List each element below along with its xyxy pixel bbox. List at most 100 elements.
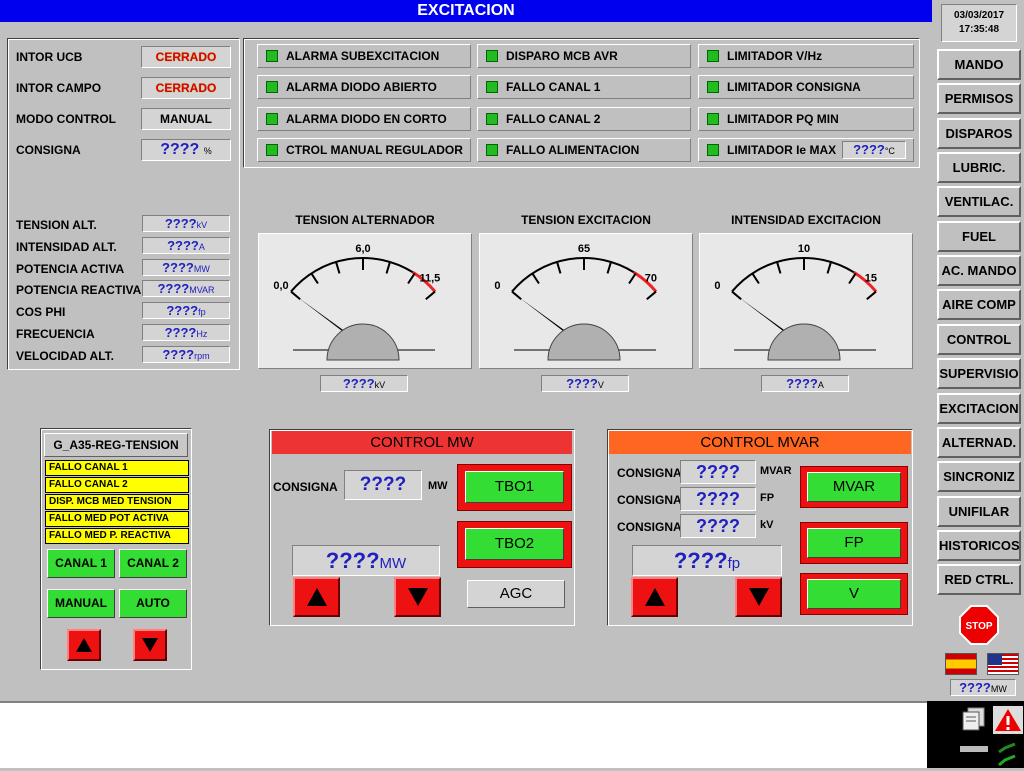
measure-label: POTENCIA ACTIVA [16,261,125,276]
mw-down-button[interactable] [394,577,441,617]
nav-supervisio-button[interactable]: SUPERVISIO [937,358,1021,390]
mw-consigna-value[interactable]: ???? [344,470,422,500]
side-mw-value: ????MW [950,679,1016,696]
intor-campo-value: CERRADO [141,77,231,99]
fault-list: FALLO CANAL 1 FALLO CANAL 2 DISP. MCB MED … [45,460,189,545]
nav-fuel-button[interactable]: FUEL [937,220,1021,252]
v-button[interactable]: V [807,579,901,609]
nav-excitacion-button[interactable]: EXCITACION [937,392,1021,424]
tbo1-button[interactable]: TBO1 [465,471,564,503]
alarm-indicator: LIMITADOR Ie MAX ????°C [698,137,914,162]
nav-aire-comp-button[interactable]: AIRE COMP [937,289,1021,321]
status-led-icon [707,50,719,62]
measure-value: ????MVAR [142,280,230,298]
reg-down-button[interactable] [133,629,167,661]
reg-up-button[interactable] [67,629,101,661]
arrow-up-icon [644,588,665,606]
alarm-indicator: FALLO ALIMENTACION [477,137,691,162]
measure-label: VELOCIDAD ALT. [16,348,114,363]
arrow-up-icon [306,588,327,606]
check-icon[interactable] [993,738,1023,768]
measure-value: ????A [142,236,230,254]
canal-1-button[interactable]: CANAL 1 [47,549,115,578]
mw-consigna-label: CONSIGNA [273,480,338,494]
measure-value: ????rpm [142,345,230,363]
nav-control-button[interactable]: CONTROL [937,323,1021,355]
flag-spain-icon[interactable] [945,653,977,675]
status-led-icon [707,81,719,94]
gauge-value: ????A [761,375,849,392]
nav-historicos-button[interactable]: HISTORICOS [937,529,1021,561]
alarm-indicator: FALLO CANAL 2 [477,106,691,131]
mvar-consigna-label: CONSIGNA [617,493,682,507]
alarm-label: FALLO CANAL 2 [506,111,601,126]
alarm-indicator: DISPARO MCB AVR [477,44,691,68]
nav-sincroniz-button[interactable]: SINCRONIZ [937,461,1021,493]
agc-button[interactable]: AGC [467,580,565,608]
nav-disparos-button[interactable]: DISPAROS [937,117,1021,149]
mvar-consigna-value[interactable]: ???? [680,514,756,538]
alarm-label: DISPARO MCB AVR [506,49,618,63]
svg-text:70: 70 [645,273,657,285]
measure-value: ????Hz [142,324,230,341]
minimize-icon[interactable] [960,746,988,752]
tbo2-button[interactable]: TBO2 [465,528,564,560]
alarm-indicator: LIMITADOR V/Hz [698,44,914,68]
reg-tension-title: G_A35-REG-TENSION [44,433,188,457]
warning-icon[interactable] [993,706,1023,734]
arrow-down-icon [407,588,428,606]
date-text: 03/03/2017 [953,10,1005,21]
nav-permisos-button[interactable]: PERMISOS [937,83,1021,115]
measure-label: TENSION ALT. [16,218,97,232]
svg-text:STOP: STOP [965,621,992,632]
mvar-consigna-label: CONSIGNA [617,520,682,534]
mw-display: ????MW [292,545,440,576]
mvar-consigna-unit: MVAR [760,465,792,477]
canal-2-button[interactable]: CANAL 2 [119,549,187,578]
fp-button[interactable]: FP [807,528,901,558]
control-mw-header: CONTROL MW [272,431,572,454]
copy-icon[interactable] [960,706,988,732]
auto-button[interactable]: AUTO [119,589,187,618]
mvar-button[interactable]: MVAR [807,472,901,502]
alarm-label: LIMITADOR Ie MAX [727,142,837,157]
fault-indicator: FALLO CANAL 1 [45,460,189,476]
nav-mando-button[interactable]: MANDO [937,49,1021,80]
mw-consigna-unit: MW [428,480,448,492]
fault-indicator: DISP. MCB MED TENSION [45,494,189,510]
mvar-consigna-unit: kV [760,519,774,531]
status-led-icon [486,81,498,94]
alarm-label: CTROL MANUAL REGULADOR [286,142,463,157]
measure-label: POTENCIA REACTIVA [16,283,142,298]
arrow-down-icon [142,638,158,652]
measure-value: ????fp [142,302,230,320]
fault-indicator: FALLO MED POT ACTIVA [45,511,189,527]
nav-red-ctrl-button[interactable]: RED CTRL. [937,564,1021,596]
mvar-consigna-value[interactable]: ???? [680,460,756,484]
nav-ac-mando-button[interactable]: AC. MANDO [937,255,1021,287]
measure-value: ????kV [142,215,230,232]
gauge-value: ????kV [320,375,408,392]
nav-lubric-button[interactable]: LUBRIC. [937,152,1021,184]
mvar-down-button[interactable] [735,577,782,617]
nav-alternad-button[interactable]: ALTERNAD. [937,426,1021,458]
fault-indicator: FALLO MED P. REACTIVA [45,528,189,544]
svg-text:0,0: 0,0 [273,280,288,292]
nav-ventilac-button[interactable]: VENTILAC. [937,186,1021,218]
time-text: 17:35:48 [958,24,1000,35]
flag-usa-icon[interactable] [987,653,1019,675]
status-led-icon [486,112,498,125]
manual-button[interactable]: MANUAL [47,589,115,618]
stop-sign-icon: STOP [959,605,999,645]
gauge-value: ????V [541,375,629,392]
mvar-consigna-value[interactable]: ???? [680,487,756,511]
mw-up-button[interactable] [293,577,340,617]
svg-text:0: 0 [494,280,500,292]
status-led-icon [486,50,498,62]
mvar-up-button[interactable] [631,577,678,617]
nav-unifilar-button[interactable]: UNIFILAR [937,495,1021,527]
stop-button[interactable]: STOP [958,604,1000,646]
status-led-icon [266,143,278,156]
alarm-label: FALLO ALIMENTACION [506,142,640,157]
modo-control-label: MODO CONTROL [16,112,116,126]
